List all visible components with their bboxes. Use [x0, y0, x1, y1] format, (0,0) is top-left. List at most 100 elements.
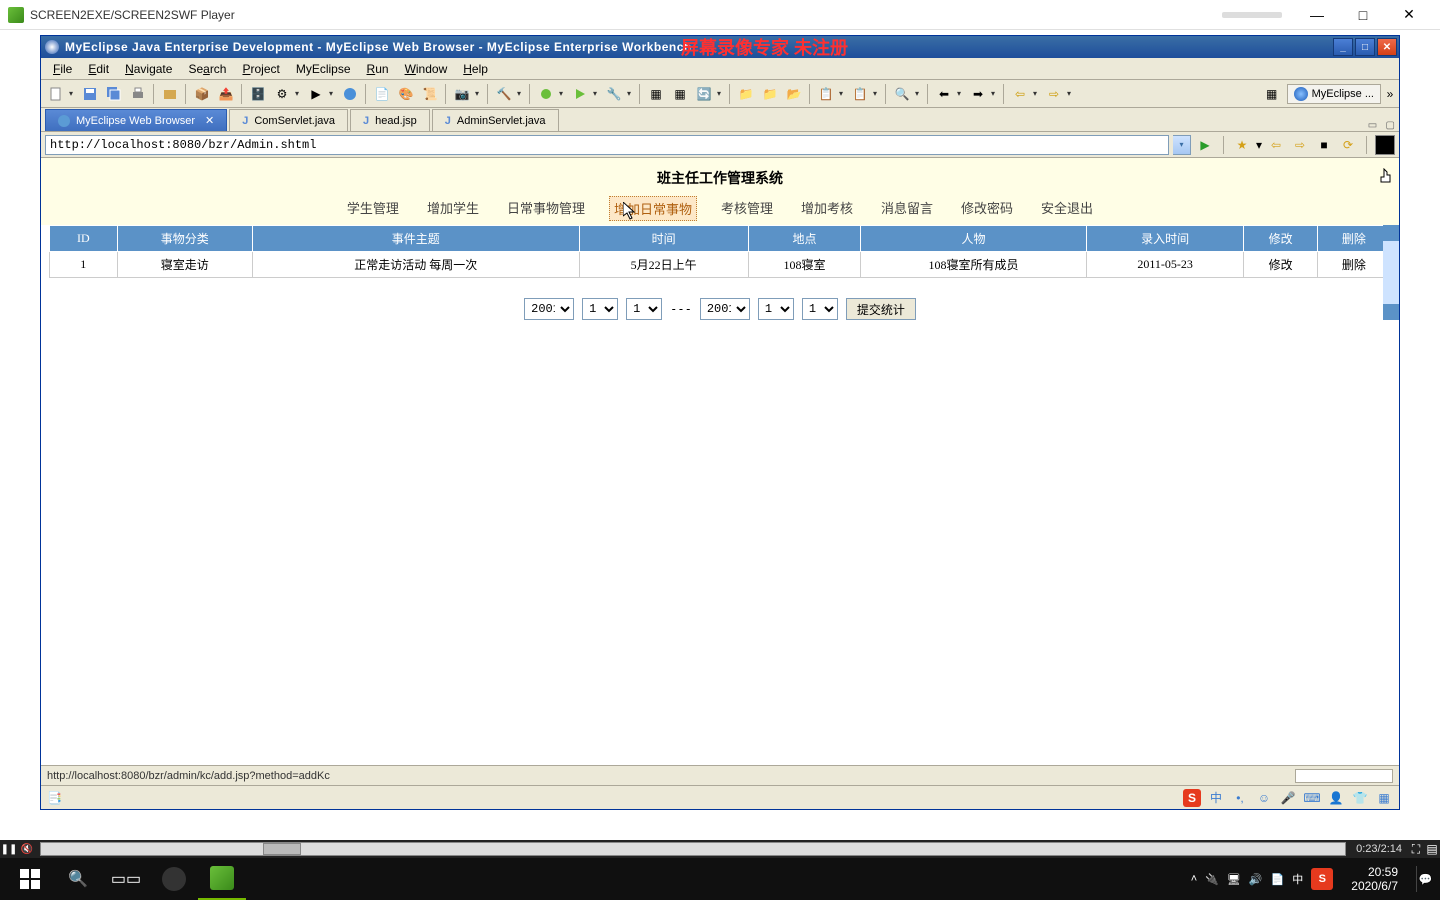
- tray-note-icon[interactable]: 📄: [1271, 873, 1285, 886]
- menu-edit[interactable]: Edit: [80, 60, 117, 78]
- fwd-history-button[interactable]: ⇨: [1043, 83, 1065, 105]
- ime-emoji-icon[interactable]: ☺: [1255, 789, 1273, 807]
- player-track[interactable]: [40, 842, 1346, 856]
- nav-logout[interactable]: 安全退出: [1037, 196, 1097, 221]
- open-task-button[interactable]: 📋: [815, 83, 837, 105]
- back-history-button[interactable]: ⇦: [1009, 83, 1031, 105]
- player-menu-button[interactable]: ▤: [1424, 840, 1440, 858]
- ime-voice-icon[interactable]: 🎤: [1279, 789, 1297, 807]
- grid2-button[interactable]: ▦: [669, 83, 691, 105]
- inner-scrollbar[interactable]: [1383, 225, 1399, 320]
- menu-project[interactable]: Project: [234, 60, 287, 78]
- tab-web-browser[interactable]: MyEclipse Web Browser ✕: [45, 109, 227, 131]
- tab-comservlet[interactable]: J ComServlet.java: [229, 109, 348, 131]
- external-button[interactable]: 🔧: [603, 83, 625, 105]
- perspective-switcher[interactable]: MyEclipse ...: [1287, 84, 1381, 104]
- launch-button[interactable]: ▶: [305, 83, 327, 105]
- player-mute-button[interactable]: 🔇: [18, 840, 36, 858]
- nav-daily-mgmt[interactable]: 日常事物管理: [503, 196, 589, 221]
- cell-edit-link[interactable]: 修改: [1244, 252, 1317, 278]
- nav-add-daily[interactable]: 增加日常事物: [609, 196, 697, 221]
- tray-lang-icon[interactable]: 中: [1292, 871, 1303, 887]
- deploy-button[interactable]: 📤: [215, 83, 237, 105]
- save-button[interactable]: [79, 83, 101, 105]
- nav-student-mgmt[interactable]: 学生管理: [343, 196, 403, 221]
- eclipse-minimize-button[interactable]: _: [1333, 38, 1353, 56]
- open-type-button[interactable]: [159, 83, 181, 105]
- debug-button[interactable]: [535, 83, 557, 105]
- tray-network-icon[interactable]: 🖥: [1227, 873, 1241, 886]
- css-button[interactable]: 🎨: [395, 83, 417, 105]
- tab-head-jsp[interactable]: J head.jsp: [350, 109, 430, 131]
- ime-tool-icon[interactable]: ▦: [1375, 789, 1393, 807]
- browser-forward-button[interactable]: ⇨: [1290, 135, 1310, 155]
- new-button[interactable]: [45, 83, 67, 105]
- ime-user-icon[interactable]: 👤: [1327, 789, 1345, 807]
- build-button[interactable]: 🔨: [493, 83, 515, 105]
- menu-help[interactable]: Help: [455, 60, 496, 78]
- browser-favorite-button[interactable]: ★: [1232, 135, 1252, 155]
- package-button[interactable]: 📦: [191, 83, 213, 105]
- year-from-select[interactable]: 2001: [524, 298, 574, 320]
- year-to-select[interactable]: 2001: [700, 298, 750, 320]
- tray-clock[interactable]: 20:59 2020/6/7: [1351, 865, 1398, 894]
- player-close-button[interactable]: ✕: [1386, 0, 1432, 30]
- browser-refresh-button[interactable]: ⟳: [1338, 135, 1358, 155]
- ime-punct-icon[interactable]: •,: [1231, 789, 1249, 807]
- browser-go-button[interactable]: ▶: [1195, 135, 1215, 155]
- ime-skin-icon[interactable]: 👕: [1351, 789, 1369, 807]
- config-button[interactable]: ⚙: [271, 83, 293, 105]
- browser-stop-button[interactable]: ■: [1314, 135, 1334, 155]
- eclipse-maximize-button[interactable]: □: [1355, 38, 1375, 56]
- tray-volume-icon[interactable]: 🔊: [1249, 873, 1263, 886]
- show-view-button[interactable]: 📑: [47, 791, 62, 805]
- ime-lang-icon[interactable]: 中: [1207, 789, 1225, 807]
- xml-button[interactable]: 📄: [371, 83, 393, 105]
- tab-close-icon[interactable]: ✕: [205, 114, 214, 127]
- nav-add-assessment[interactable]: 增加考核: [797, 196, 857, 221]
- tab-controls[interactable]: ▭ ▢: [1368, 120, 1395, 131]
- day-to-select[interactable]: 1: [802, 298, 838, 320]
- prev-ann-button[interactable]: ⬅: [933, 83, 955, 105]
- taskbar-app-player[interactable]: [198, 858, 246, 900]
- camera-button[interactable]: 📷: [451, 83, 473, 105]
- browser-back-button[interactable]: ⇦: [1266, 135, 1286, 155]
- eclipse-close-button[interactable]: ✕: [1377, 38, 1397, 56]
- grid1-button[interactable]: ▦: [645, 83, 667, 105]
- address-dropdown-button[interactable]: ▾: [1173, 135, 1191, 155]
- print-button[interactable]: [127, 83, 149, 105]
- cell-delete-link[interactable]: 删除: [1317, 252, 1390, 278]
- menu-file[interactable]: File: [45, 60, 80, 78]
- player-maximize-button[interactable]: □: [1340, 0, 1386, 30]
- taskbar-app-1[interactable]: [150, 858, 198, 900]
- nav-assessment-mgmt[interactable]: 考核管理: [717, 196, 777, 221]
- month-to-select[interactable]: 1: [758, 298, 794, 320]
- player-fullscreen-button[interactable]: ⛶: [1408, 840, 1424, 858]
- sogou-ime-icon[interactable]: S: [1183, 789, 1201, 807]
- browser-button[interactable]: [339, 83, 361, 105]
- next-ann-button[interactable]: ➡: [967, 83, 989, 105]
- nav-messages[interactable]: 消息留言: [877, 196, 937, 221]
- nav-add-student[interactable]: 增加学生: [423, 196, 483, 221]
- start-button[interactable]: [6, 858, 54, 900]
- tray-sogou-icon[interactable]: S: [1311, 868, 1333, 890]
- tab-adminservlet[interactable]: J AdminServlet.java: [432, 109, 559, 131]
- folder3-button[interactable]: 📂: [783, 83, 805, 105]
- menu-run[interactable]: Run: [359, 60, 397, 78]
- menu-navigate[interactable]: Navigate: [117, 60, 180, 78]
- open-perspective-button[interactable]: ▦: [1261, 83, 1283, 105]
- ime-keyboard-icon[interactable]: ⌨: [1303, 789, 1321, 807]
- tray-up-icon[interactable]: ˄: [1191, 873, 1197, 885]
- search-taskbar-button[interactable]: 🔍: [54, 858, 102, 900]
- save-all-button[interactable]: [103, 83, 125, 105]
- server-button[interactable]: 🗄️: [247, 83, 269, 105]
- submit-stats-button[interactable]: 提交统计: [846, 298, 916, 320]
- menu-myeclipse[interactable]: MyEclipse: [288, 60, 359, 78]
- folder2-button[interactable]: 📁: [759, 83, 781, 105]
- run-button[interactable]: [569, 83, 591, 105]
- address-input[interactable]: [45, 135, 1169, 155]
- tray-icon-1[interactable]: 🔌: [1205, 873, 1219, 886]
- js-button[interactable]: 📜: [419, 83, 441, 105]
- month-from-select[interactable]: 1: [582, 298, 618, 320]
- menu-window[interactable]: Window: [397, 60, 456, 78]
